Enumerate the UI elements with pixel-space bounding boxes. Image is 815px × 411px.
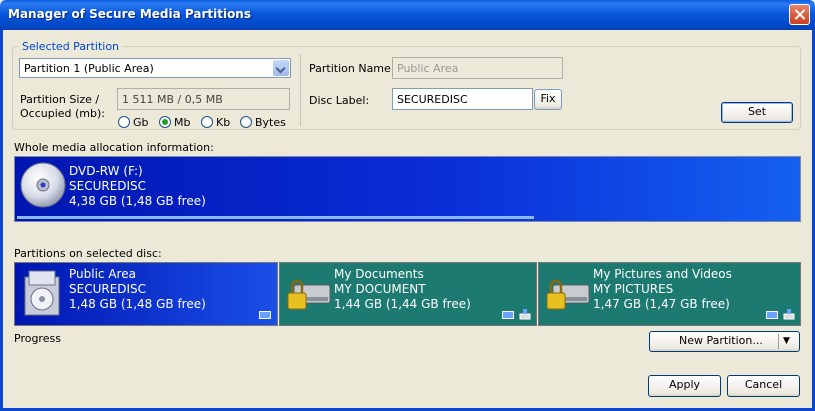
- partition-tile-public-area[interactable]: Public Area SECUREDISC 1,48 GB (1,48 GB …: [14, 262, 278, 326]
- partition-size-value: 1 511 MB / 0,5 MB: [122, 93, 223, 106]
- set-button[interactable]: Set: [721, 102, 793, 123]
- media-capacity: 4,38 GB (1,48 GB free): [69, 194, 206, 208]
- window-title: Manager of Secure Media Partitions: [8, 7, 251, 21]
- media-section-label: Whole media allocation information:: [14, 141, 214, 154]
- partition-size: 1,48 GB (1,48 GB free): [69, 297, 206, 311]
- selected-partition-legend: Selected Partition: [19, 40, 123, 53]
- usb-drive-icon: [519, 309, 531, 320]
- new-partition-label: New Partition...: [679, 334, 763, 347]
- chevron-down-icon[interactable]: ▼: [783, 332, 790, 350]
- group-separator: [300, 54, 301, 126]
- disc-label-label: Disc Label:: [309, 94, 370, 107]
- media-label: SECUREDISC: [69, 179, 147, 193]
- unit-mb-radio[interactable]: [159, 116, 171, 128]
- unit-gb-radio[interactable]: [118, 116, 130, 128]
- progress-label: Progress: [14, 332, 61, 345]
- unit-bytes-radio[interactable]: [240, 116, 252, 128]
- fix-button[interactable]: Fix: [534, 89, 562, 110]
- title-bar[interactable]: Manager of Secure Media Partitions: [0, 0, 815, 30]
- partition-title: My Documents: [334, 267, 424, 281]
- partition-name-field: Public Area: [392, 57, 563, 79]
- unit-kb-radio[interactable]: [201, 116, 213, 128]
- partition-label: MY DOCUMENT: [334, 282, 426, 296]
- partition-size-label-1: Partition Size /: [20, 93, 100, 106]
- partition-size-field: 1 511 MB / 0,5 MB: [117, 88, 290, 110]
- partition-label: MY PICTURES: [593, 282, 674, 296]
- partitions-section-label: Partitions on selected disc:: [14, 247, 162, 260]
- unit-bytes-label: Bytes: [255, 116, 286, 129]
- media-panel[interactable]: DVD-RW (F:) SECUREDISC 4,38 GB (1,48 GB …: [14, 156, 801, 222]
- chevron-down-icon[interactable]: [273, 60, 289, 76]
- cancel-button[interactable]: Cancel: [727, 375, 800, 397]
- media-name: DVD-RW (F:): [69, 164, 143, 178]
- partition-name-value: Public Area: [397, 62, 459, 75]
- partition-select-value: Partition 1 (Public Area): [24, 62, 154, 75]
- media-usage-bar: [17, 216, 534, 219]
- locked-drive-icon: [546, 279, 590, 310]
- partition-title: Public Area: [69, 267, 136, 281]
- removable-media-icon: [502, 311, 514, 319]
- partition-size-label-2: Occupied (mb):: [20, 107, 105, 120]
- partition-title: My Pictures and Videos: [593, 267, 732, 281]
- partition-tile-my-pictures[interactable]: My Pictures and Videos MY PICTURES 1,47 …: [538, 262, 801, 326]
- dvd-disc-icon: [20, 162, 66, 208]
- removable-media-icon: [259, 311, 271, 319]
- close-button[interactable]: [789, 4, 810, 25]
- unit-kb-label: Kb: [216, 116, 231, 129]
- disc-label-value: SECUREDISC: [397, 93, 468, 106]
- partition-tile-my-documents[interactable]: My Documents MY DOCUMENT 1,44 GB (1,44 G…: [279, 262, 537, 326]
- locked-drive-icon: [287, 279, 331, 310]
- unit-gb-label: Gb: [133, 116, 149, 129]
- partition-name-label: Partition Name:: [309, 62, 395, 75]
- new-partition-button[interactable]: New Partition... ▼: [649, 331, 800, 352]
- removable-media-icon: [766, 311, 778, 319]
- partition-size: 1,44 GB (1,44 GB free): [334, 297, 471, 311]
- usb-drive-icon: [783, 309, 795, 320]
- split-divider: [778, 334, 779, 349]
- partition-select[interactable]: Partition 1 (Public Area): [19, 58, 291, 78]
- partition-label: SECUREDISC: [69, 282, 147, 296]
- public-area-icon: [24, 270, 60, 316]
- disc-label-input[interactable]: SECUREDISC: [392, 88, 533, 110]
- unit-mb-label: Mb: [174, 116, 191, 129]
- partition-size: 1,47 GB (1,47 GB free): [593, 297, 730, 311]
- apply-button[interactable]: Apply: [648, 375, 721, 397]
